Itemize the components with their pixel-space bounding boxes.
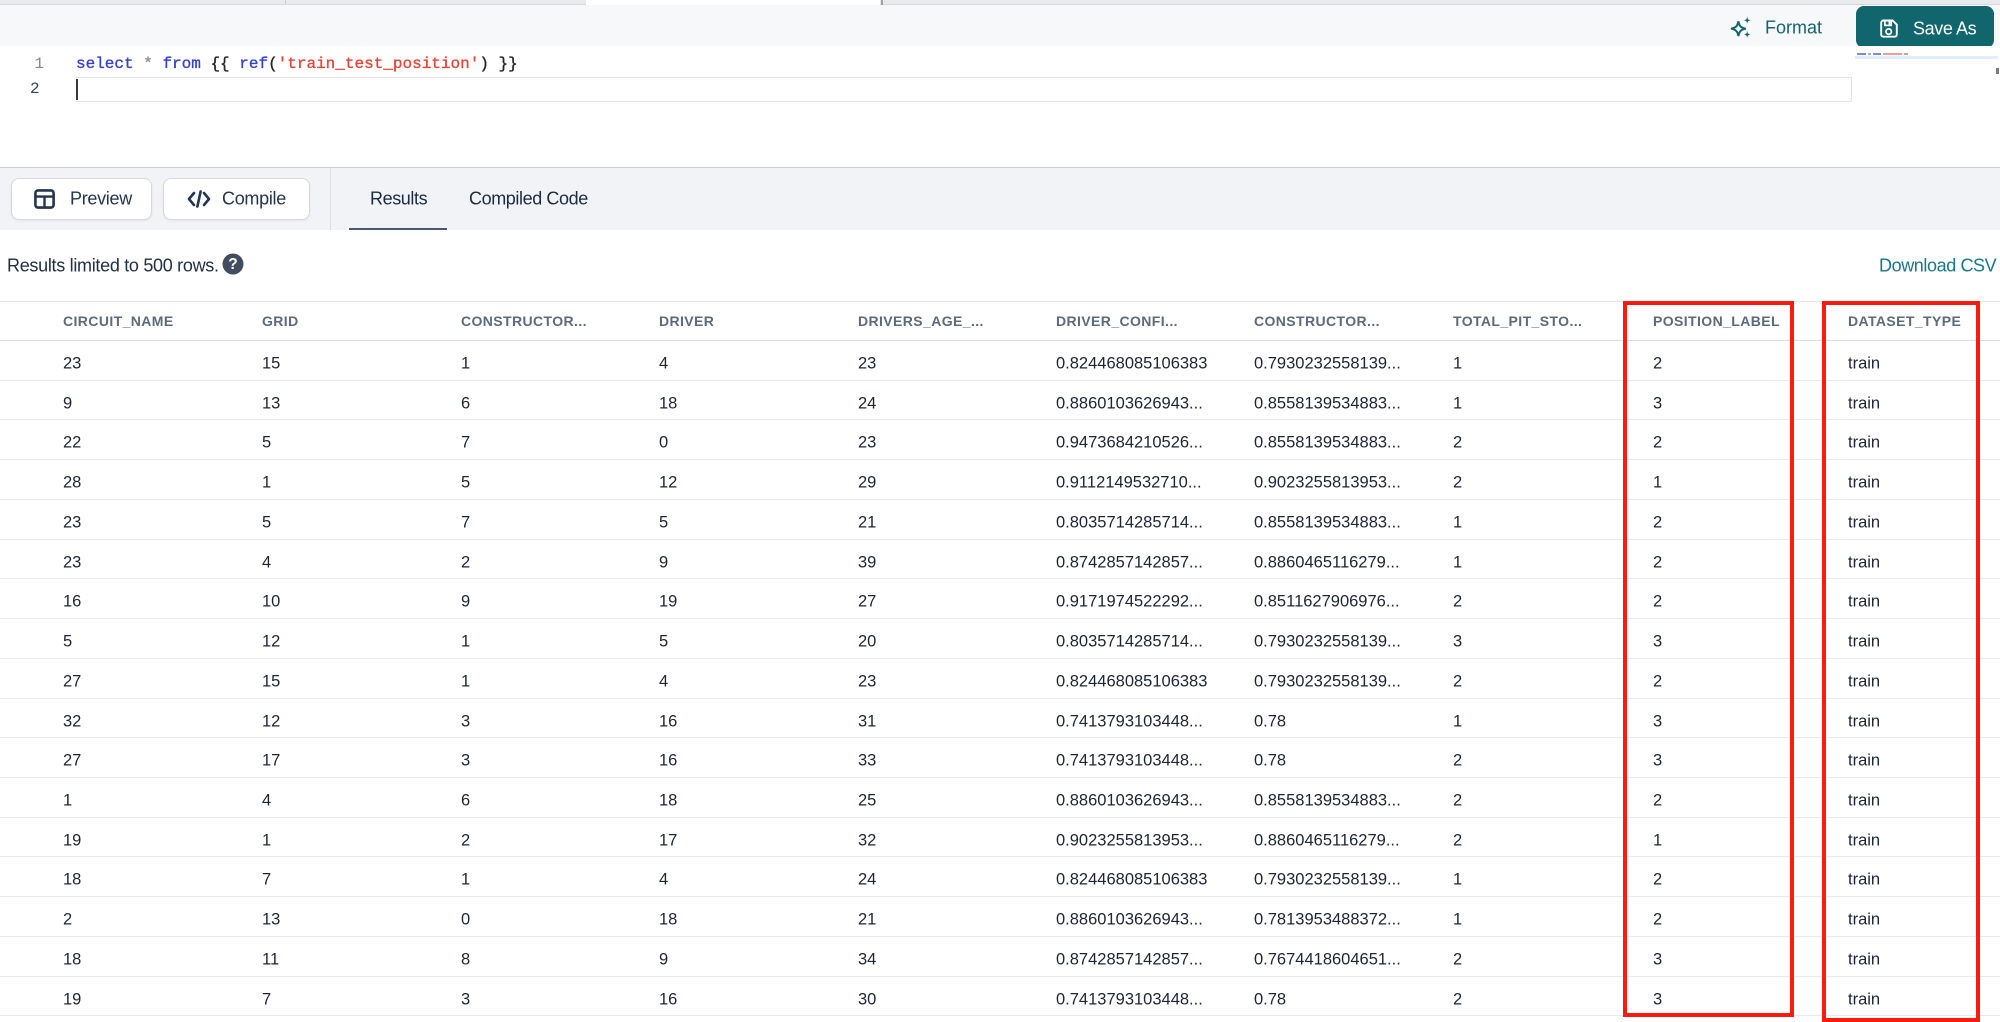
- svg-text:?: ?: [228, 256, 237, 273]
